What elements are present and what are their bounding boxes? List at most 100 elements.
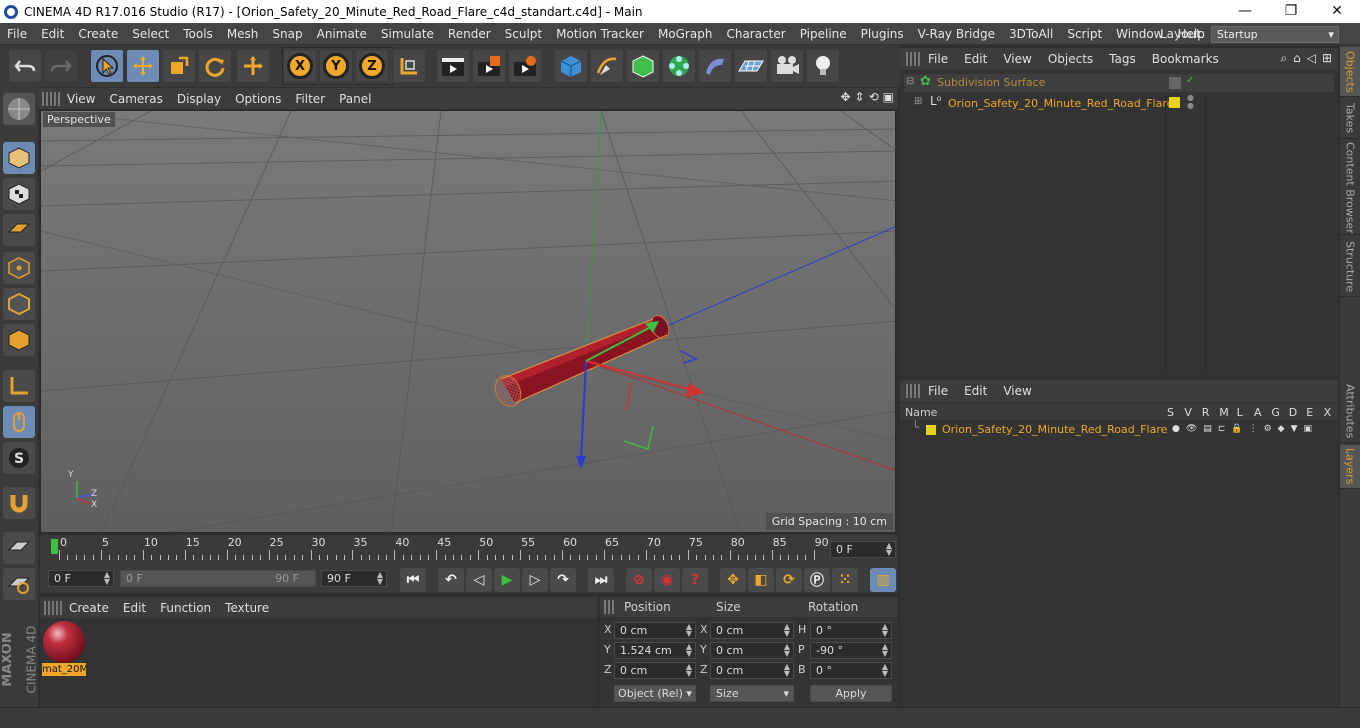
menu-animate[interactable]: Animate: [310, 27, 374, 41]
position-field[interactable]: 1.524 cm ▲ ▼: [614, 642, 696, 659]
enable-axis-button[interactable]: [3, 370, 35, 402]
perspective-viewport[interactable]: Perspective Y Z X Grid Spacing : 10 cm: [40, 110, 896, 533]
viewport-menu-cameras[interactable]: Cameras: [102, 92, 169, 106]
menu-sculpt[interactable]: Sculpt: [498, 27, 549, 41]
viewport-menu-view[interactable]: View: [60, 92, 102, 106]
polygons-mode-button[interactable]: [3, 324, 35, 356]
z-axis-lock-button[interactable]: Z: [355, 49, 389, 83]
size-field[interactable]: 0 cm ▲ ▼: [710, 662, 794, 679]
generator-icon[interactable]: ⚙: [1264, 424, 1272, 434]
rotation-field[interactable]: 0 ° ▲ ▼: [810, 662, 892, 679]
object-row-flare[interactable]: ⊞ L⁰ Orion_Safety_20_Minute_Red_Road_Fla…: [904, 94, 1334, 112]
back-icon[interactable]: ◁: [1307, 51, 1316, 66]
floor-button[interactable]: [734, 49, 768, 83]
subdivision-surface-button[interactable]: [626, 49, 660, 83]
material-menu-create[interactable]: Create: [62, 601, 116, 615]
tab-content-browser[interactable]: Content Browser: [1340, 141, 1360, 235]
undo-button[interactable]: [8, 49, 42, 83]
size-field[interactable]: 0 cm ▲ ▼: [710, 642, 794, 659]
maximize-button[interactable]: ❐: [1268, 0, 1314, 23]
rotation-field[interactable]: 0 ° ▲ ▼: [810, 622, 892, 639]
layer-flag-header[interactable]: D: [1289, 406, 1297, 419]
transform-tool-button[interactable]: [236, 49, 270, 83]
start-frame-field[interactable]: 0 F ▲ ▼: [48, 570, 114, 587]
model-mode-button[interactable]: [3, 142, 35, 174]
layer-flag-header[interactable]: A: [1254, 406, 1262, 419]
material-menu-texture[interactable]: Texture: [218, 601, 276, 615]
grid-snap-button[interactable]: [3, 568, 35, 600]
key-pla-button[interactable]: ⁙: [832, 568, 858, 592]
menu-snap[interactable]: Snap: [265, 27, 309, 41]
menu-tools[interactable]: Tools: [176, 27, 220, 41]
lm-menu-file[interactable]: File: [920, 384, 956, 398]
close-button[interactable]: ✕: [1314, 0, 1360, 23]
live-selection-button[interactable]: [90, 49, 124, 83]
go-to-start-button[interactable]: ⏮: [400, 568, 426, 592]
minimize-button[interactable]: —: [1222, 0, 1268, 23]
previous-frame-button[interactable]: ◁: [466, 568, 492, 592]
object-row-subdivision[interactable]: ⊟ ✿ Subdivision Surface ✓: [904, 74, 1334, 92]
menu-vray-bridge[interactable]: V-Ray Bridge: [911, 27, 1002, 41]
menu-script[interactable]: Script: [1060, 27, 1109, 41]
render-clapper-icon[interactable]: ▤: [1203, 424, 1212, 434]
om-menu-bookmarks[interactable]: Bookmarks: [1144, 52, 1227, 66]
layout-dropdown[interactable]: Startup: [1210, 25, 1339, 43]
pan-view-icon[interactable]: ✥: [840, 90, 850, 104]
menu-motion-tracker[interactable]: Motion Tracker: [549, 27, 651, 41]
redo-button[interactable]: [44, 49, 78, 83]
visibility-dots-icon[interactable]: ● ●: [1187, 94, 1194, 110]
make-editable-button[interactable]: [3, 93, 35, 125]
layer-flag-header[interactable]: E: [1306, 406, 1313, 419]
autokey-button[interactable]: ◉: [654, 568, 680, 592]
layer-flag-header[interactable]: M: [1219, 406, 1229, 419]
deformer-icon[interactable]: ◆: [1278, 424, 1285, 434]
menu-pipeline[interactable]: Pipeline: [793, 27, 854, 41]
snap-button[interactable]: [3, 487, 35, 519]
layer-row[interactable]: └ Orion_Safety_20_Minute_Red_Road_Flare …: [904, 420, 1336, 438]
lm-menu-edit[interactable]: Edit: [956, 384, 995, 398]
menu-mesh[interactable]: Mesh: [220, 27, 266, 41]
viewport-menu-display[interactable]: Display: [170, 92, 228, 106]
key-scale-button[interactable]: ◧: [748, 568, 774, 592]
texture-mode-button[interactable]: [3, 178, 35, 210]
camera-button[interactable]: [770, 49, 804, 83]
workplane-mode-button[interactable]: [3, 214, 35, 246]
key-parameter-button[interactable]: Ⓟ: [804, 568, 830, 592]
spline-pen-button[interactable]: [590, 49, 624, 83]
record-keys-button[interactable]: ⊘: [626, 568, 652, 592]
home-icon[interactable]: ⌂: [1293, 51, 1301, 66]
xref-icon[interactable]: ▣: [1304, 424, 1313, 434]
om-menu-view[interactable]: View: [995, 52, 1039, 66]
menu-edit[interactable]: Edit: [34, 27, 71, 41]
maximize-view-icon[interactable]: ▣: [883, 90, 894, 104]
layer-flag-header[interactable]: V: [1184, 406, 1192, 419]
manager-icon[interactable]: ⊏: [1218, 424, 1226, 434]
lm-menu-view[interactable]: View: [995, 384, 1039, 398]
material-menu-function[interactable]: Function: [153, 601, 218, 615]
cube-primitive-button[interactable]: [554, 49, 588, 83]
next-key-button[interactable]: ↷: [550, 568, 576, 592]
layer-flag-header[interactable]: G: [1271, 406, 1280, 419]
next-frame-button[interactable]: ▷: [522, 568, 548, 592]
enabled-check-icon[interactable]: ✓: [1186, 75, 1194, 86]
workplane-lock-button[interactable]: [3, 532, 35, 564]
menu-create[interactable]: Create: [71, 27, 125, 41]
lock-icon[interactable]: 🔒: [1231, 424, 1242, 434]
viewport-menu-panel[interactable]: Panel: [332, 92, 378, 106]
scale-tool-button[interactable]: [162, 49, 196, 83]
end-frame-field[interactable]: 90 F ▲ ▼: [321, 570, 387, 587]
menu-plugins[interactable]: Plugins: [854, 27, 911, 41]
menu-select[interactable]: Select: [125, 27, 176, 41]
layer-flag-header[interactable]: R: [1202, 406, 1210, 419]
apply-button[interactable]: Apply: [810, 685, 892, 702]
orbit-view-icon[interactable]: ⟲: [869, 90, 879, 104]
keyframe-selection-button[interactable]: ?: [682, 568, 708, 592]
menu-mograph[interactable]: MoGraph: [651, 27, 720, 41]
go-to-end-button[interactable]: ⏭: [588, 568, 614, 592]
search-icon[interactable]: ⌕: [1280, 51, 1287, 66]
render-picture-viewer-button[interactable]: [472, 49, 506, 83]
tab-structure[interactable]: Structure: [1340, 237, 1360, 297]
layer-flag-header[interactable]: S: [1167, 406, 1174, 419]
viewport-menu-options[interactable]: Options: [228, 92, 288, 106]
dolly-view-icon[interactable]: ⇕: [855, 90, 865, 104]
